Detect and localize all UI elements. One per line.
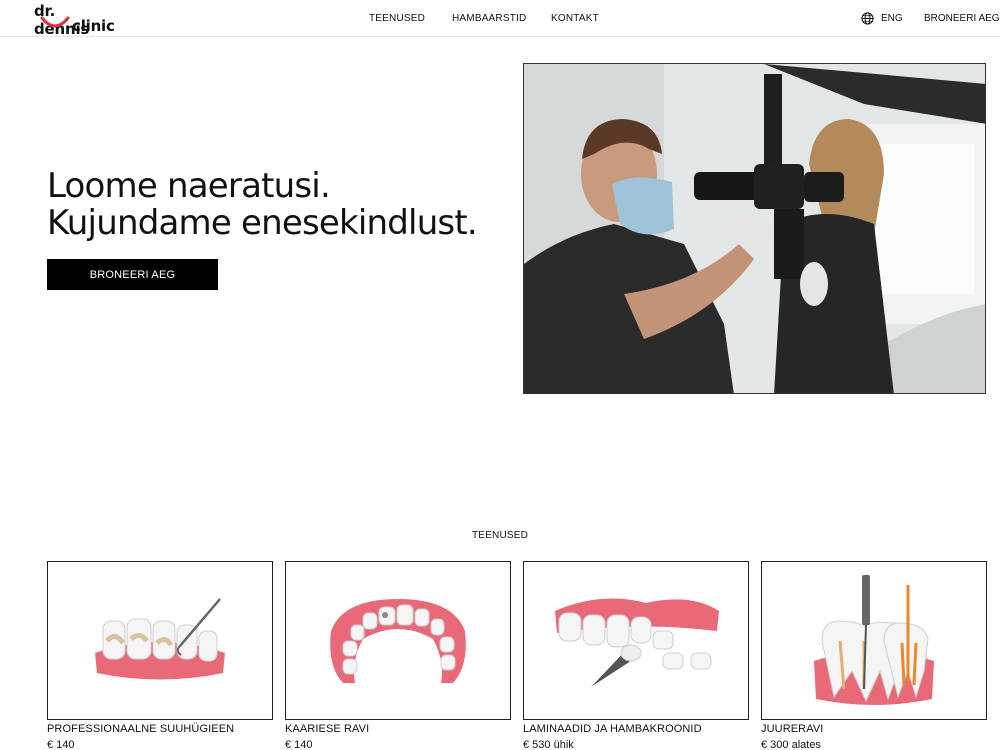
hero-title: Loome naeratusi. Kujundame enesekindlust… — [47, 168, 517, 242]
hero-title-line1: Loome naeratusi. — [47, 166, 331, 206]
header-book-appointment-link[interactable]: BRONEERI AEG — [924, 13, 1000, 24]
service-price: € 530 ühik — [523, 739, 574, 750]
service-name: PROFESSIONAALNE SUUHÜGIEEN — [47, 723, 235, 735]
services-section-label: TEENUSED — [471, 530, 529, 541]
service-name: KAARIESE RAVI — [285, 723, 370, 735]
service-card-veneers[interactable]: LAMINAADID JA HAMBAKROONID € 530 ühik — [523, 561, 749, 750]
nav-kontakt[interactable]: KONTAKT — [551, 13, 599, 24]
smile-logo-icon — [40, 16, 70, 28]
clinic-logo[interactable]: dr. dennis clinic — [34, 2, 115, 38]
service-card-caries[interactable]: KAARIESE RAVI € 140 — [285, 561, 511, 750]
hero-book-appointment-button[interactable]: BRONEERI AEG — [47, 259, 218, 290]
service-price: € 140 — [47, 739, 75, 750]
logo-line2: clinic — [72, 17, 115, 35]
hero-dentists-photo — [523, 63, 986, 394]
service-price: € 300 alates — [761, 739, 821, 750]
caries-illustration — [285, 561, 511, 720]
language-label: ENG — [881, 12, 903, 24]
service-price: € 140 — [285, 739, 313, 750]
globe-icon — [861, 11, 874, 25]
service-card-root-canal[interactable]: JUURERAVI € 300 alates — [761, 561, 987, 750]
site-header: dr. dennis clinic TEENUSED HAMBAARSTID K… — [0, 0, 1000, 38]
veneers-illustration — [523, 561, 749, 720]
service-name: JUURERAVI — [761, 723, 824, 735]
root-canal-illustration — [761, 561, 987, 720]
service-card-hygiene[interactable]: PROFESSIONAALNE SUUHÜGIEEN € 140 — [47, 561, 273, 750]
hygiene-illustration — [47, 561, 273, 720]
hero-title-line2: Kujundame enesekindlust. — [47, 203, 478, 243]
service-name: LAMINAADID JA HAMBAKROONID — [523, 723, 702, 735]
language-switcher[interactable]: ENG — [861, 11, 903, 25]
nav-teenused[interactable]: TEENUSED — [369, 13, 425, 24]
nav-hambaarstid[interactable]: HAMBAARSTID — [452, 13, 526, 24]
